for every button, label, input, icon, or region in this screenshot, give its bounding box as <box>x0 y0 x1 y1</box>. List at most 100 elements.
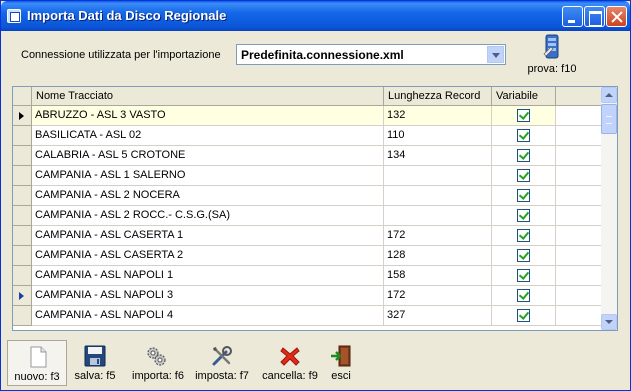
checkbox-checked-icon[interactable] <box>517 229 530 242</box>
cell-variable[interactable] <box>492 166 556 186</box>
row-indicator <box>13 186 32 206</box>
cell-length[interactable]: 132 <box>384 106 492 126</box>
table-row[interactable]: CAMPANIA - ASL CASERTA 1 172 <box>13 226 603 246</box>
chevron-down-icon[interactable] <box>487 46 504 63</box>
cell-filler <box>556 266 603 286</box>
table-row[interactable]: CAMPANIA - ASL 1 SALERNO <box>13 166 603 186</box>
column-header-length[interactable]: Lunghezza Record <box>384 87 492 106</box>
delete-x-icon <box>280 347 300 366</box>
close-button[interactable] <box>606 6 627 27</box>
cell-variable[interactable] <box>492 226 556 246</box>
tools-icon <box>212 346 232 366</box>
cell-length[interactable] <box>384 166 492 186</box>
cell-name[interactable]: CAMPANIA - ASL CASERTA 1 <box>32 226 384 246</box>
cell-name[interactable]: CAMPANIA - ASL NAPOLI 3 <box>32 286 384 306</box>
cell-name[interactable]: CAMPANIA - ASL 2 NOCERA <box>32 186 384 206</box>
checkbox-checked-icon[interactable] <box>517 309 530 322</box>
cell-name[interactable]: ABRUZZO - ASL 3 VASTO <box>32 106 384 126</box>
cell-variable[interactable] <box>492 206 556 226</box>
checkbox-checked-icon[interactable] <box>517 249 530 262</box>
nuovo-button[interactable]: nuovo: f3 <box>7 340 67 386</box>
table-row[interactable]: ABRUZZO - ASL 3 VASTO 132 <box>13 106 603 126</box>
row-indicator <box>13 106 32 126</box>
imposta-button[interactable]: imposta: f7 <box>191 340 253 386</box>
minimize-button[interactable] <box>562 6 583 27</box>
table-row[interactable]: CAMPANIA - ASL NAPOLI 4 327 <box>13 306 603 326</box>
cancella-label: cancella: f9 <box>262 370 318 382</box>
esci-button[interactable]: esci <box>323 340 359 386</box>
table-row[interactable]: CAMPANIA - ASL 2 NOCERA <box>13 186 603 206</box>
table-row[interactable]: CAMPANIA - ASL NAPOLI 3 172 <box>13 286 603 306</box>
imposta-label: imposta: f7 <box>195 370 249 382</box>
cell-filler <box>556 226 603 246</box>
vertical-scrollbar[interactable] <box>601 87 617 330</box>
cell-length[interactable] <box>384 186 492 206</box>
cell-variable[interactable] <box>492 126 556 146</box>
new-document-icon <box>30 346 47 368</box>
tracciati-grid[interactable]: Nome Tracciato Lunghezza Record Variabil… <box>12 86 618 331</box>
current-row-pointer-icon <box>19 112 24 120</box>
importa-button[interactable]: importa: f6 <box>125 340 191 386</box>
cell-length[interactable]: 327 <box>384 306 492 326</box>
window-icon <box>7 9 21 23</box>
table-row[interactable]: CAMPANIA - ASL NAPOLI 1 158 <box>13 266 603 286</box>
cell-length[interactable]: 172 <box>384 226 492 246</box>
cell-name[interactable]: BASILICATA - ASL 02 <box>32 126 384 146</box>
cell-name[interactable]: CALABRIA - ASL 5 CROTONE <box>32 146 384 166</box>
prova-button[interactable]: prova: f10 <box>526 34 578 76</box>
cell-variable[interactable] <box>492 286 556 306</box>
cell-filler <box>556 146 603 166</box>
cell-length[interactable]: 128 <box>384 246 492 266</box>
checkbox-checked-icon[interactable] <box>517 149 530 162</box>
cell-filler <box>556 106 603 126</box>
cell-name[interactable]: CAMPANIA - ASL 1 SALERNO <box>32 166 384 186</box>
cell-name[interactable]: CAMPANIA - ASL NAPOLI 1 <box>32 266 384 286</box>
table-row[interactable]: CALABRIA - ASL 5 CROTONE 134 <box>13 146 603 166</box>
row-indicator <box>13 146 32 166</box>
checkbox-checked-icon[interactable] <box>517 269 530 282</box>
nuovo-label: nuovo: f3 <box>14 371 60 383</box>
column-header-variable[interactable]: Variabile <box>492 87 556 106</box>
cell-name[interactable]: CAMPANIA - ASL CASERTA 2 <box>32 246 384 266</box>
cell-length[interactable]: 110 <box>384 126 492 146</box>
cell-length[interactable]: 172 <box>384 286 492 306</box>
cell-name[interactable]: CAMPANIA - ASL 2 ROCC.- C.S.G.(SA) <box>32 206 384 226</box>
cell-length[interactable]: 158 <box>384 266 492 286</box>
checkbox-checked-icon[interactable] <box>517 209 530 222</box>
scroll-up-icon[interactable] <box>601 87 617 103</box>
cell-variable[interactable] <box>492 246 556 266</box>
floppy-disk-icon <box>84 345 106 367</box>
connection-dropdown[interactable]: Predefinita.connessione.xml <box>236 44 506 65</box>
checkbox-checked-icon[interactable] <box>517 169 530 182</box>
title-bar[interactable]: Importa Dati da Disco Regionale <box>1 1 630 31</box>
row-indicator <box>13 166 32 186</box>
cell-length[interactable] <box>384 206 492 226</box>
maximize-button[interactable] <box>584 6 605 27</box>
cancella-button[interactable]: cancella: f9 <box>257 340 323 386</box>
scroll-thumb[interactable] <box>601 104 617 134</box>
row-indicator <box>13 126 32 146</box>
exit-door-icon <box>331 345 351 367</box>
cell-name[interactable]: CAMPANIA - ASL NAPOLI 4 <box>32 306 384 326</box>
checkbox-checked-icon[interactable] <box>517 189 530 202</box>
table-row[interactable]: CAMPANIA - ASL 2 ROCC.- C.S.G.(SA) <box>13 206 603 226</box>
cell-filler <box>556 126 603 146</box>
cell-variable[interactable] <box>492 146 556 166</box>
salva-button[interactable]: salva: f5 <box>67 340 123 386</box>
checkbox-checked-icon[interactable] <box>517 109 530 122</box>
table-row[interactable]: BASILICATA - ASL 02 110 <box>13 126 603 146</box>
column-header-name[interactable]: Nome Tracciato <box>32 87 384 106</box>
bottom-toolbar: nuovo: f3 salva: f5 importa: f6 imposta:… <box>1 335 630 390</box>
table-row[interactable]: CAMPANIA - ASL CASERTA 2 128 <box>13 246 603 266</box>
cell-variable[interactable] <box>492 306 556 326</box>
scroll-down-icon[interactable] <box>601 314 617 330</box>
checkbox-checked-icon[interactable] <box>517 129 530 142</box>
cell-variable[interactable] <box>492 266 556 286</box>
checkbox-checked-icon[interactable] <box>517 289 530 302</box>
cell-filler <box>556 286 603 306</box>
row-indicator <box>13 286 32 306</box>
cell-length[interactable]: 134 <box>384 146 492 166</box>
esci-label: esci <box>331 370 351 382</box>
cell-variable[interactable] <box>492 106 556 126</box>
cell-variable[interactable] <box>492 186 556 206</box>
